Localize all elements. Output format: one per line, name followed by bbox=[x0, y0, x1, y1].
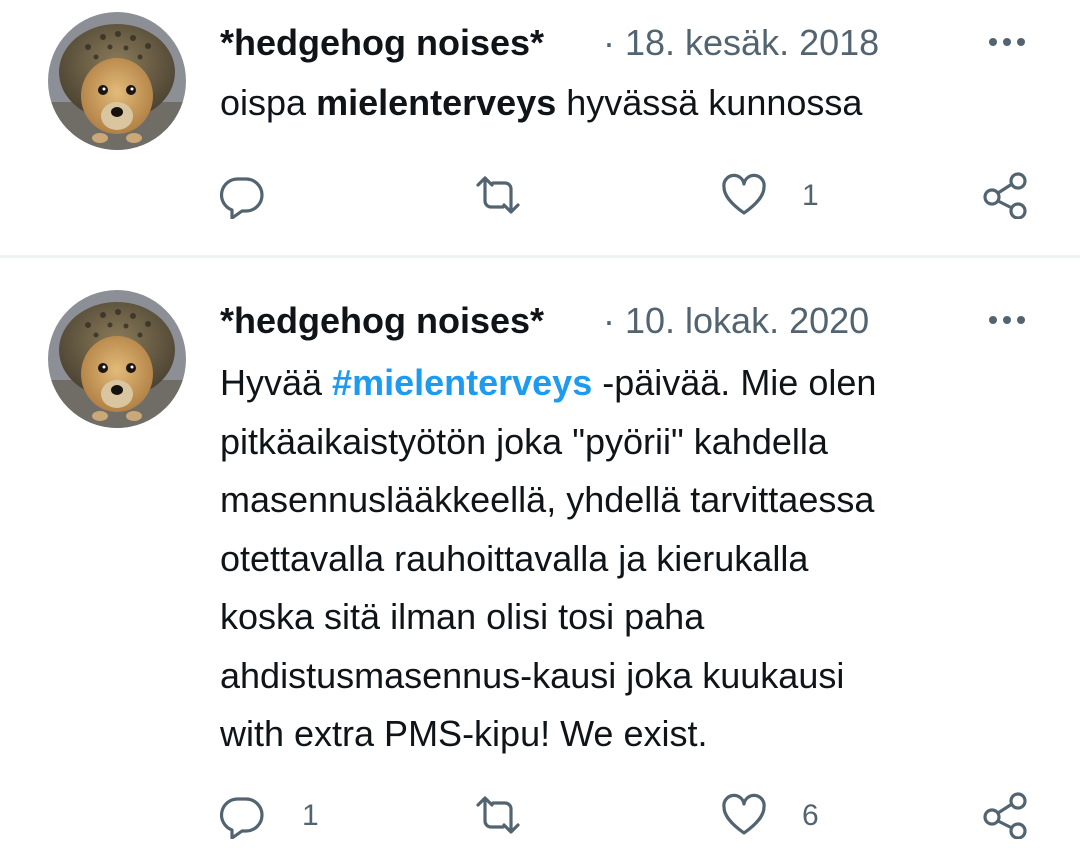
tweet-date[interactable]: · 10. lokak. 2020 bbox=[603, 300, 869, 342]
tweet-text: Hyvää #mielenterveys -päivää. Mie olen p… bbox=[220, 354, 1040, 764]
text-line: Hyvää #mielenterveys -päivää. Mie olen bbox=[220, 362, 877, 403]
like-button[interactable]: 1 bbox=[720, 171, 830, 219]
reply-button[interactable] bbox=[218, 171, 278, 219]
retweet-icon bbox=[476, 176, 520, 214]
like-count: 6 bbox=[802, 799, 819, 832]
tweet-1[interactable]: *hedgehog noises* · 18. kesäk. 2018 oisp… bbox=[0, 0, 1080, 255]
like-icon bbox=[722, 793, 766, 835]
text-line: koska sitä ilman olisi tosi paha bbox=[220, 596, 705, 637]
share-button[interactable] bbox=[980, 171, 1032, 219]
like-button[interactable]: 6 bbox=[720, 791, 830, 839]
avatar[interactable] bbox=[48, 290, 186, 428]
text-line: pitkäaikaistyötön joka "pyörii" kahdella bbox=[220, 420, 828, 462]
author-name[interactable]: *hedgehog noises* bbox=[220, 22, 544, 64]
reply-count: 1 bbox=[302, 799, 319, 832]
text-line: masennuslääkkeellä, yhdellä tarvittaessa bbox=[220, 479, 875, 520]
reply-icon bbox=[219, 797, 264, 839]
share-button[interactable] bbox=[980, 791, 1032, 839]
retweet-button[interactable] bbox=[470, 171, 530, 219]
like-icon bbox=[722, 173, 766, 215]
text-line: with extra PMS-kipu! We exist. bbox=[220, 713, 708, 754]
retweet-button[interactable] bbox=[470, 791, 530, 839]
more-icon[interactable] bbox=[985, 310, 1029, 330]
reply-button[interactable]: 1 bbox=[218, 791, 328, 839]
like-count: 1 bbox=[802, 179, 819, 212]
tweet-2[interactable]: *hedgehog noises* · 10. lokak. 2020 Hyvä… bbox=[0, 258, 1080, 851]
hashtag-link[interactable]: #mielenterveys bbox=[332, 362, 592, 403]
text-line: otettavalla rauhoittavalla ja kierukalla bbox=[220, 537, 809, 579]
retweet-icon bbox=[476, 796, 520, 834]
more-icon[interactable] bbox=[985, 32, 1029, 52]
tweet-date[interactable]: · 18. kesäk. 2018 bbox=[603, 22, 879, 64]
tweet-text: oispa mielenterveys hyvässä kunnossa bbox=[220, 82, 863, 123]
share-icon bbox=[983, 792, 1027, 839]
author-name[interactable]: *hedgehog noises* bbox=[220, 300, 544, 342]
reply-icon bbox=[219, 177, 264, 219]
share-icon bbox=[983, 172, 1027, 219]
text-line: ahdistusmasennus-kausi joka kuukausi bbox=[220, 654, 845, 696]
avatar[interactable] bbox=[48, 12, 186, 150]
